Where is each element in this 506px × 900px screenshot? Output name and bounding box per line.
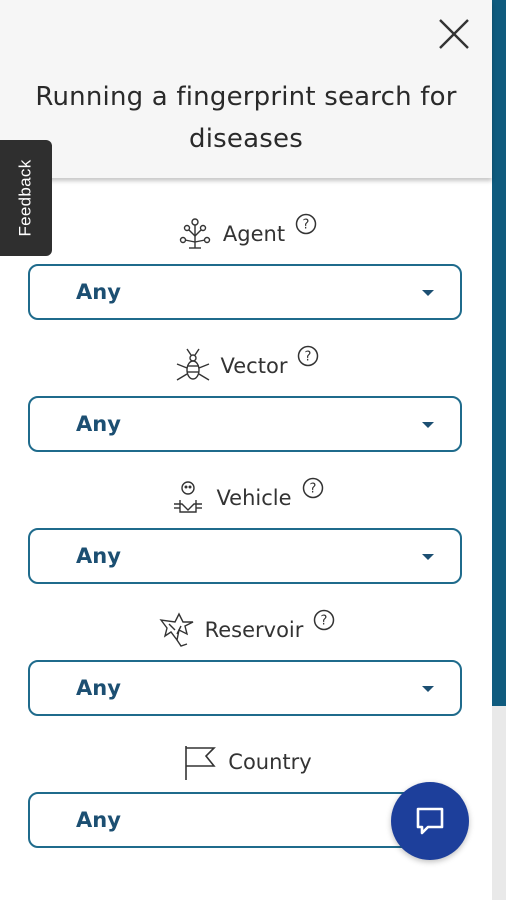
- caret-down-icon: [422, 422, 434, 428]
- close-icon: [439, 19, 469, 49]
- feedback-label: Feedback: [16, 159, 35, 237]
- flag-icon: [185, 746, 217, 780]
- chat-icon: [416, 807, 444, 835]
- country-select-value: Any: [76, 808, 121, 832]
- svg-text:?: ?: [305, 350, 312, 365]
- vehicle-label: Vehicle: [216, 486, 292, 510]
- agent-select-value: Any: [76, 280, 121, 304]
- help-icon[interactable]: ?: [295, 213, 317, 235]
- agent-select[interactable]: Any: [28, 264, 462, 320]
- chat-button[interactable]: [391, 782, 469, 860]
- agent-field-label: Agent ?: [0, 213, 492, 254]
- reservoir-field-label: Reservoir ?: [0, 609, 492, 650]
- scrollbar-thumb[interactable]: [492, 0, 506, 706]
- agent-label: Agent: [222, 222, 286, 246]
- svg-text:?: ?: [321, 614, 328, 629]
- vehicle-select[interactable]: Any: [28, 528, 462, 584]
- feedback-tab[interactable]: Feedback: [0, 140, 52, 256]
- vehicle-field-label: Vehicle ?: [0, 477, 492, 518]
- close-button[interactable]: [436, 16, 472, 52]
- help-icon[interactable]: ?: [313, 609, 335, 631]
- reservoir-icon: [159, 612, 193, 647]
- help-icon[interactable]: ?: [297, 345, 319, 367]
- svg-text:?: ?: [303, 218, 310, 233]
- vehicle-select-value: Any: [76, 544, 121, 568]
- help-icon[interactable]: ?: [302, 477, 324, 499]
- vector-label: Vector: [220, 354, 288, 378]
- country-label: Country: [228, 750, 312, 774]
- vector-field-label: Vector ?: [0, 345, 492, 386]
- caret-down-icon: [422, 554, 434, 560]
- vehicle-icon: [174, 481, 203, 513]
- svg-text:?: ?: [309, 482, 316, 497]
- reservoir-select-value: Any: [76, 676, 121, 700]
- reservoir-label: Reservoir: [204, 618, 304, 642]
- vector-select[interactable]: Any: [28, 396, 462, 452]
- vector-select-value: Any: [76, 412, 121, 436]
- caret-down-icon: [422, 290, 434, 296]
- mosquito-icon: [176, 348, 209, 381]
- agent-icon: [179, 218, 211, 249]
- caret-down-icon: [422, 686, 434, 692]
- country-field-label: Country: [0, 742, 492, 782]
- page-title: Running a fingerprint search for disease…: [35, 82, 457, 154]
- modal-header: Running a fingerprint search for disease…: [0, 0, 492, 178]
- reservoir-select[interactable]: Any: [28, 660, 462, 716]
